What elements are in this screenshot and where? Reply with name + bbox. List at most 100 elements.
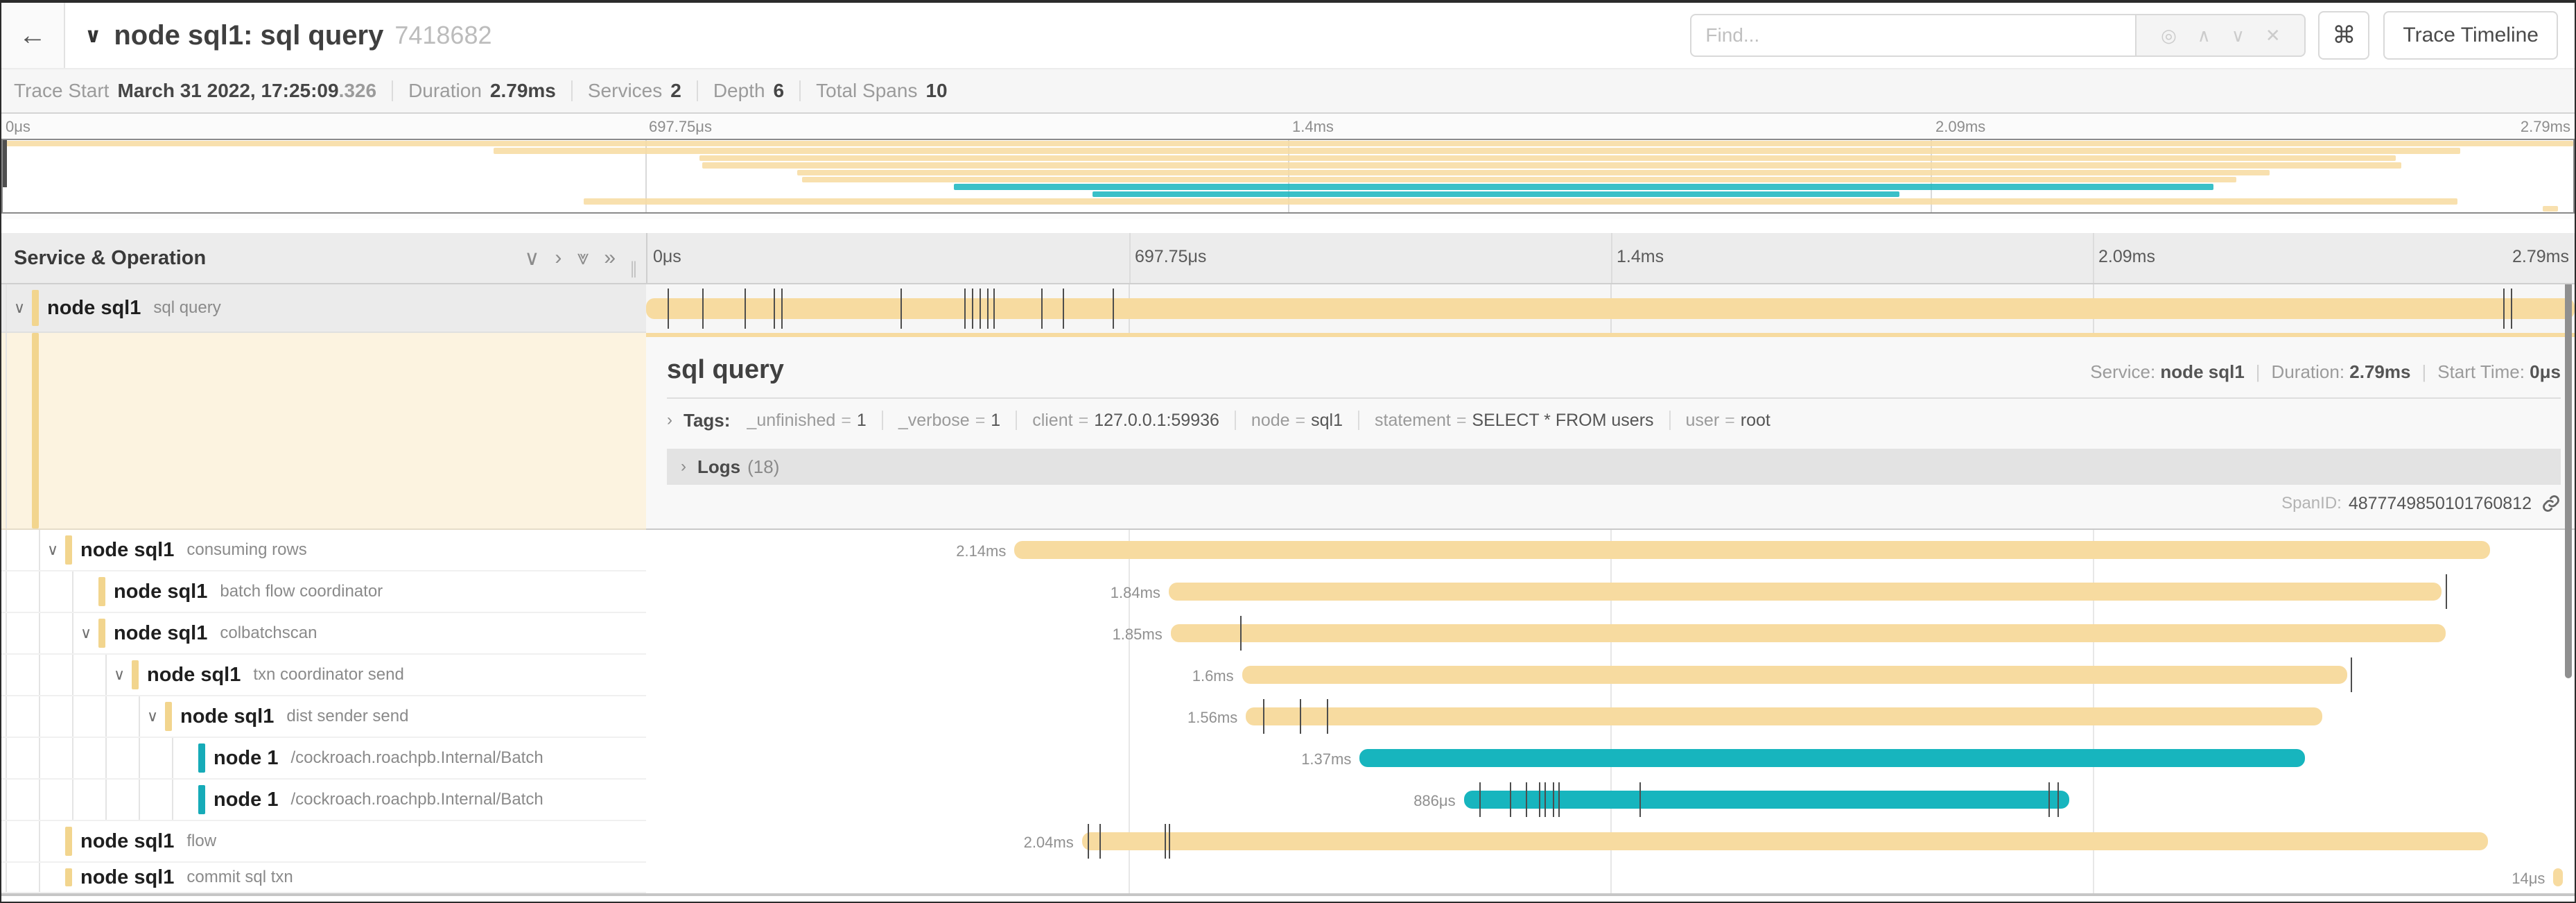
service-operation-title: Service & Operation [14,247,206,270]
expand-one-icon[interactable]: › [555,246,562,270]
chevron-right-icon[interactable]: › [667,411,672,430]
span-bar[interactable] [1171,624,2446,642]
log-marker-tick [1553,782,1554,817]
chevron-down-icon[interactable]: ∨ [147,707,158,725]
minimap-canvas[interactable] [1,139,2575,214]
indent-guide [72,613,73,653]
span-row[interactable]: node sql1flow2.04ms [1,821,2575,863]
find-input[interactable] [1690,14,2136,57]
span-tree-cell[interactable]: node 1/cockroach.roachpb.Internal/Batch [1,780,646,821]
span-timeline-cell[interactable]: 886μs [646,780,2575,821]
collapse-all-icon[interactable]: ⩔ [577,246,589,270]
locate-icon[interactable]: ◎ [2161,25,2177,46]
log-marker-tick [2511,289,2512,329]
span-tree-cell[interactable]: ∨node sql1colbatchscan [1,613,646,655]
logs-toggle[interactable]: ›Logs(18) [667,449,2561,485]
log-marker-tick [1169,824,1170,859]
chevron-down-icon[interactable]: ∨ [47,541,58,559]
span-bar[interactable] [1464,791,2070,809]
tags-row[interactable]: ›Tags:_unfinished=1_verbose=1client=127.… [667,399,2561,442]
tag-key: statement [1375,411,1451,431]
span-bar[interactable] [1014,541,2489,559]
span-color-bar [65,535,72,565]
back-button[interactable]: ← [1,3,65,68]
minimap-row [3,140,2573,147]
indent-guide [139,696,140,737]
expand-all-icon[interactable]: » [604,246,616,270]
span-row[interactable]: node sql1commit sql txn14μs [1,863,2575,893]
span-timeline-cell[interactable]: 14μs [646,863,2575,893]
indent-guide [39,696,40,737]
spacer [1,219,2575,233]
span-detail-meta: Service: node sql1|Duration: 2.79ms|Star… [2090,361,2561,383]
collapse-one-icon[interactable]: ∨ [524,246,539,270]
span-timeline-cell[interactable]: 1.56ms [646,696,2575,738]
span-tree-cell[interactable]: node sql1commit sql txn [1,863,646,893]
trace-summary-bar: Trace Start March 31 2022, 17:25:09 .326… [1,68,2575,114]
collapse-trace-icon[interactable]: ∨ [85,24,101,48]
keyboard-shortcuts-button[interactable]: ⌘ [2318,11,2369,60]
span-tree-cell[interactable]: ∨node sql1txn coordinator send [1,655,646,696]
view-selector-button[interactable]: Trace Timeline ∨ [2383,11,2558,60]
tag-key: _verbose [898,411,970,431]
span-bar[interactable] [1246,707,2322,725]
span-bar[interactable] [1242,666,2347,684]
indent-guide [39,613,40,653]
span-timeline-cell[interactable]: 2.14ms [646,530,2575,571]
span-bar[interactable] [646,298,2575,319]
link-icon[interactable] [2541,494,2561,513]
divider [799,80,801,101]
span-timeline-cell[interactable] [646,284,2575,333]
span-row[interactable]: ∨node sql1sql query [1,284,2575,333]
log-marker-tick [1063,289,1064,329]
span-row[interactable]: node 1/cockroach.roachpb.Internal/Batch1… [1,738,2575,780]
indent-guide [6,530,7,570]
span-tree-cell[interactable]: ∨node sql1dist sender send [1,696,646,738]
minimap-span-bar [699,155,2396,161]
chevron-down-icon[interactable]: ∨ [114,666,125,684]
span-bar[interactable] [1359,749,2304,767]
clear-search-icon[interactable]: ✕ [2265,25,2281,46]
span-timeline-cell[interactable]: 1.85ms [646,613,2575,655]
span-timeline-cell[interactable]: 2.04ms [646,821,2575,863]
minimap-span-bar [3,141,2573,146]
span-bar[interactable] [1169,583,2442,601]
span-tree-cell[interactable]: ∨node sql1consuming rows [1,530,646,571]
depth-value: 6 [774,80,785,102]
column-resize-handle[interactable]: ∥ [629,259,638,283]
span-tree-cell[interactable]: ∨node sql1sql query [1,284,646,333]
span-bar[interactable] [1082,832,2488,850]
span-timeline-cell[interactable]: 1.84ms [646,571,2575,613]
span-id-row: SpanID:4877749850101760812 [667,485,2561,522]
tag-equals: = [1725,411,1735,431]
span-row[interactable]: ∨node sql1txn coordinator send1.6ms [1,655,2575,696]
log-marker-tick [781,289,783,329]
span-row[interactable]: ∨node sql1dist sender send1.56ms [1,696,2575,738]
span-operation-name: dist sender send [286,707,408,726]
minimap-tick-label: 0μs [6,118,31,136]
tag-value: root [1741,411,1770,431]
span-tree-cell[interactable]: node sql1flow [1,821,646,863]
span-row[interactable]: ∨node sql1colbatchscan1.85ms [1,613,2575,655]
tag-value: SELECT * FROM users [1472,411,1653,431]
span-operation-name: sql query [153,298,220,318]
start-time-value: 0μs [2530,361,2561,382]
span-tree-cell[interactable]: node sql1batch flow coordinator [1,571,646,613]
span-tree-cell[interactable]: node 1/cockroach.roachpb.Internal/Batch [1,738,646,780]
chevron-down-icon[interactable]: ∨ [80,624,92,642]
minimap-drag-handle[interactable] [3,140,7,187]
span-operation-name: consuming rows [186,540,306,560]
trace-title-wrap[interactable]: ∨ node sql1: sql query 7418682 [85,20,492,51]
span-row[interactable]: node 1/cockroach.roachpb.Internal/Batch8… [1,780,2575,821]
span-row[interactable]: node sql1batch flow coordinator1.84ms [1,571,2575,613]
vertical-scrollbar[interactable] [2565,284,2572,678]
next-result-icon[interactable]: ∨ [2231,25,2245,46]
span-row[interactable]: ∨node sql1consuming rows2.14ms [1,530,2575,571]
start-time-label: Start Time: [2437,361,2525,382]
chevron-right-icon[interactable]: › [681,457,686,476]
span-timeline-cell[interactable]: 1.6ms [646,655,2575,696]
span-bar[interactable] [2553,868,2563,886]
span-timeline-cell[interactable]: 1.37ms [646,738,2575,780]
chevron-down-icon[interactable]: ∨ [14,299,25,317]
prev-result-icon[interactable]: ∧ [2198,25,2211,46]
